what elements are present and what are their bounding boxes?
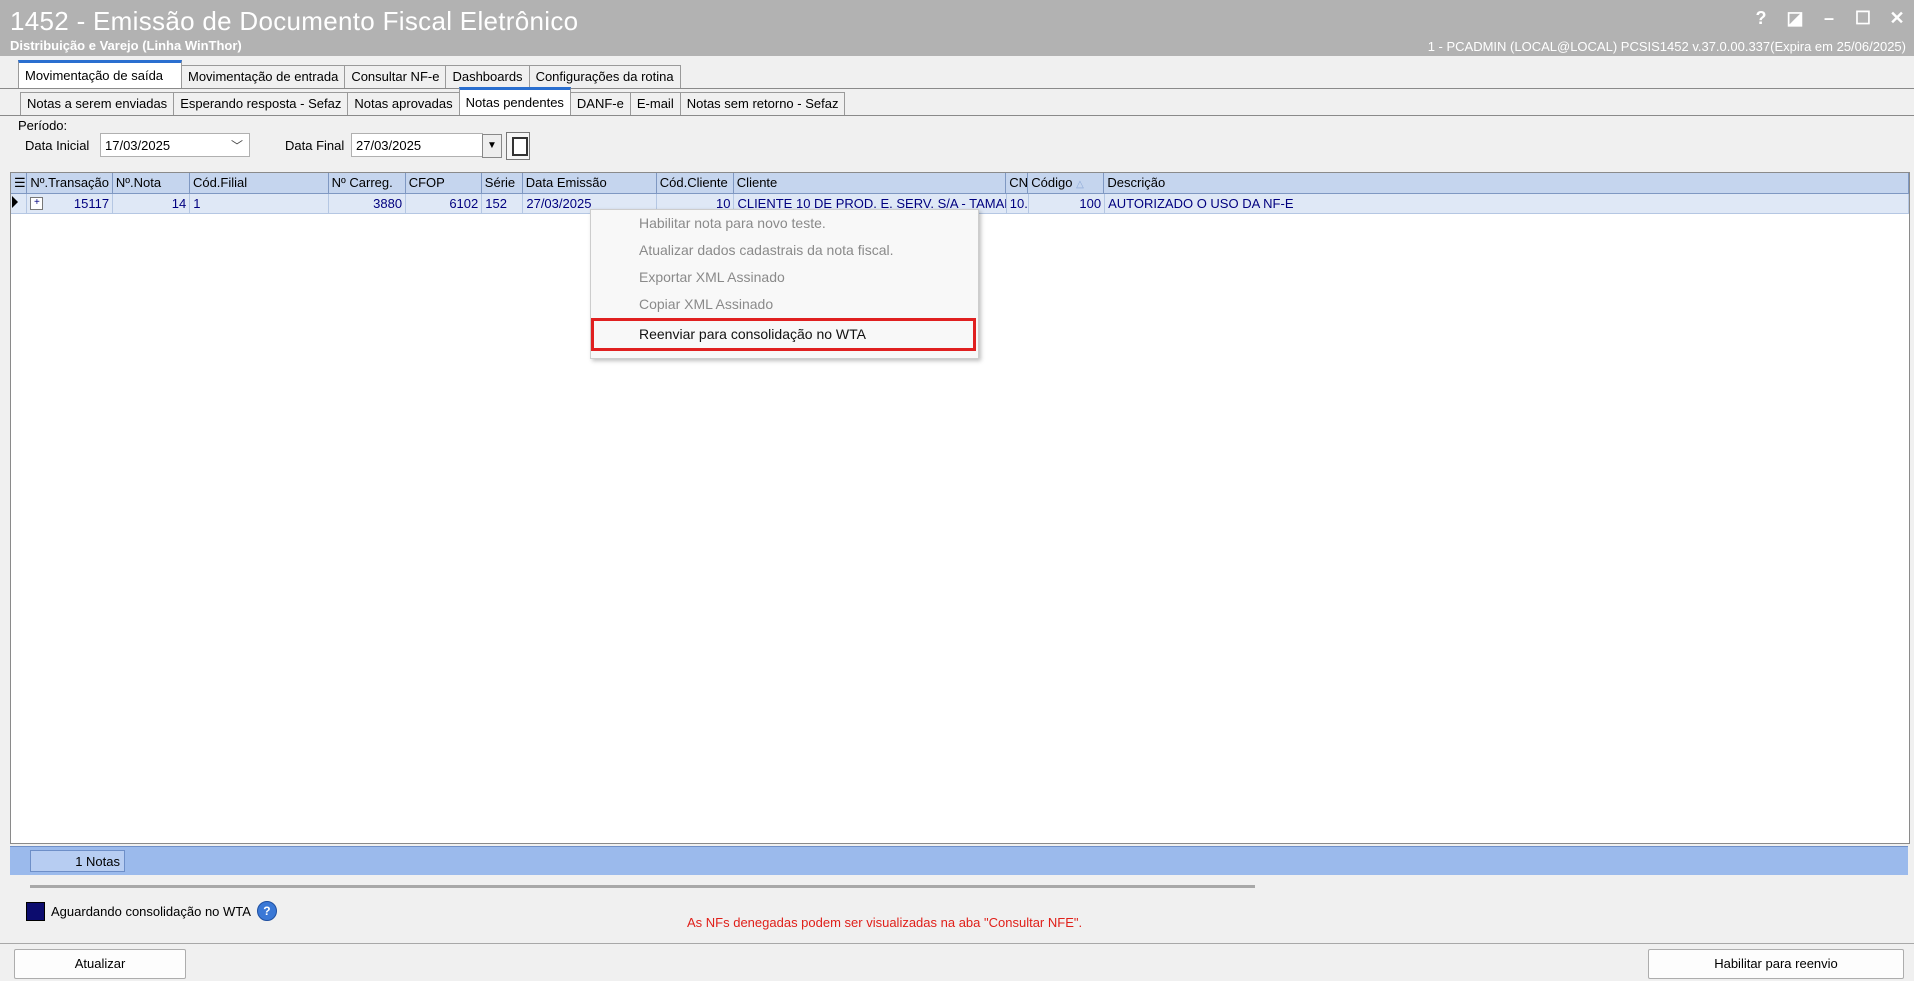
col-carreg[interactable]: Nº Carreg. xyxy=(329,173,406,193)
tab-danfe[interactable]: DANF-e xyxy=(569,92,631,115)
cell-cfop[interactable]: 6102 xyxy=(406,194,483,213)
cell-codigo[interactable]: 100 xyxy=(1029,194,1106,213)
maximize-icon[interactable]: ☐ xyxy=(1854,8,1872,29)
cell-carreg[interactable]: 3880 xyxy=(329,194,407,213)
window-controls: ? ◪ – ☐ ✕ xyxy=(1752,8,1906,29)
col-cliente[interactable]: Cliente xyxy=(734,173,1007,193)
chevron-down-icon[interactable]: ﹀ xyxy=(231,134,243,158)
habilitar-reenvio-button[interactable]: Habilitar para reenvio xyxy=(1648,949,1904,979)
tab-consultar-nfe[interactable]: Consultar NF-e xyxy=(344,65,447,88)
expand-icon[interactable]: + xyxy=(30,197,44,210)
col-nota[interactable]: Nº.Nota xyxy=(113,173,190,193)
col-codigo[interactable]: Código △ xyxy=(1028,173,1105,193)
notes-count: 1 Notas xyxy=(30,850,125,872)
minimize-icon[interactable]: – xyxy=(1820,8,1838,29)
window-title: 1452 - Emissão de Documento Fiscal Eletr… xyxy=(10,6,579,36)
cell-descricao[interactable]: AUTORIZADO O USO DA NF-E xyxy=(1105,194,1909,213)
warning-text: As NFs denegadas podem ser visualizadas … xyxy=(687,915,1083,930)
tab-notas-aprovadas[interactable]: Notas aprovadas xyxy=(347,92,460,115)
calendar-icon[interactable] xyxy=(506,132,530,160)
atualizar-button[interactable]: Atualizar xyxy=(14,949,186,979)
horizontal-scrollbar[interactable] xyxy=(30,885,1255,888)
restore-icon[interactable]: ◪ xyxy=(1786,8,1804,29)
col-transacao[interactable]: Nº.Transação xyxy=(27,173,113,193)
data-final-label: Data Final xyxy=(285,138,345,153)
data-final-field[interactable]: 27/03/2025 xyxy=(351,133,483,157)
tab-notas-serem-enviadas[interactable]: Notas a serem enviadas xyxy=(20,92,175,115)
data-final-dropdown-button[interactable]: ▼ xyxy=(482,134,502,158)
tab-movimentacao-entrada[interactable]: Movimentação de entrada xyxy=(181,65,346,88)
data-inicial-value: 17/03/2025 xyxy=(105,138,171,153)
tab-dashboards[interactable]: Dashboards xyxy=(445,65,530,88)
grid-footer: 1 Notas xyxy=(10,846,1908,875)
tab-email[interactable]: E-mail xyxy=(629,92,681,115)
cell-nota[interactable]: 14 xyxy=(113,194,191,213)
col-cod-cliente[interactable]: Cód.Cliente xyxy=(657,173,734,193)
data-final-value: 27/03/2025 xyxy=(356,138,422,153)
column-chooser-icon[interactable]: ☰ xyxy=(11,173,28,193)
tab-esperando-resposta[interactable]: Esperando resposta - Sefaz xyxy=(173,92,349,115)
subtab-divider xyxy=(0,115,1914,116)
col-filial[interactable]: Cód.Filial xyxy=(190,173,329,193)
col-serie[interactable]: Série xyxy=(482,173,523,193)
legend-swatch xyxy=(26,901,45,921)
footer-divider xyxy=(0,943,1914,944)
menu-item-exportar-xml[interactable]: Exportar XML Assinado xyxy=(639,264,785,290)
tab-notas-pendentes[interactable]: Notas pendentes xyxy=(458,87,571,115)
help-icon[interactable]: ? xyxy=(1752,8,1770,29)
highlight-box: Reenviar para consolidação no WTA xyxy=(591,318,976,351)
legend-label: Aguardando consolidação no WTA xyxy=(51,903,251,919)
tab-divider xyxy=(0,88,1914,89)
context-menu: Habilitar nota para novo teste. Atualiza… xyxy=(590,209,979,359)
legend: Aguardando consolidação no WTA ? xyxy=(26,901,277,921)
menu-item-atualizar-dados[interactable]: Atualizar dados cadastrais da nota fisca… xyxy=(639,237,893,263)
periodo-label: Período: xyxy=(18,118,68,133)
col-cn[interactable]: CN xyxy=(1006,173,1029,193)
col-cfop[interactable]: CFOP xyxy=(406,173,482,193)
window-subtitle: Distribuição e Varejo (Linha WinThor) xyxy=(10,38,242,53)
cell-filial[interactable]: 1 xyxy=(190,194,329,213)
tab-configuracoes[interactable]: Configurações da rotina xyxy=(528,65,681,88)
tab-notas-sem-retorno[interactable]: Notas sem retorno - Sefaz xyxy=(679,92,846,115)
session-info: 1 - PCADMIN (LOCAL@LOCAL) PCSIS1452 v.37… xyxy=(1427,39,1906,54)
sort-asc-icon: △ xyxy=(1076,179,1084,190)
col-codigo-label: Código xyxy=(1031,175,1073,190)
title-bar: 1452 - Emissão de Documento Fiscal Eletr… xyxy=(0,0,1914,56)
triangle-down-icon: ▼ xyxy=(487,140,497,151)
menu-item-habilitar-teste[interactable]: Habilitar nota para novo teste. xyxy=(639,210,826,236)
data-inicial-label: Data Inicial xyxy=(25,138,90,153)
cell-transacao-value: 15117 xyxy=(73,196,110,211)
col-descricao[interactable]: Descrição xyxy=(1104,173,1909,193)
main-tab-bar: Movimentação de saída Movimentação de en… xyxy=(18,60,681,88)
menu-item-copiar-xml[interactable]: Copiar XML Assinado xyxy=(639,291,773,317)
tab-movimentacao-saida[interactable]: Movimentação de saída xyxy=(18,60,182,88)
cell-transacao[interactable]: + 15117 xyxy=(27,194,114,213)
data-inicial-field[interactable]: 17/03/2025 ﹀ xyxy=(100,133,250,157)
col-data-emissao[interactable]: Data Emissão xyxy=(523,173,657,193)
current-row-icon xyxy=(12,196,18,208)
cell-cn[interactable]: 10. xyxy=(1007,194,1029,213)
row-indicator xyxy=(11,194,28,213)
sub-tab-bar: Notas a serem enviadas Esperando respost… xyxy=(20,87,846,115)
menu-item-reenviar-wta[interactable]: Reenviar para consolidação no WTA xyxy=(639,321,866,347)
cell-serie[interactable]: 152 xyxy=(482,194,524,213)
info-icon[interactable]: ? xyxy=(256,901,277,921)
grid-header: ☰ Nº.Transação Nº.Nota Cód.Filial Nº Car… xyxy=(11,173,1909,194)
close-icon[interactable]: ✕ xyxy=(1888,8,1906,29)
